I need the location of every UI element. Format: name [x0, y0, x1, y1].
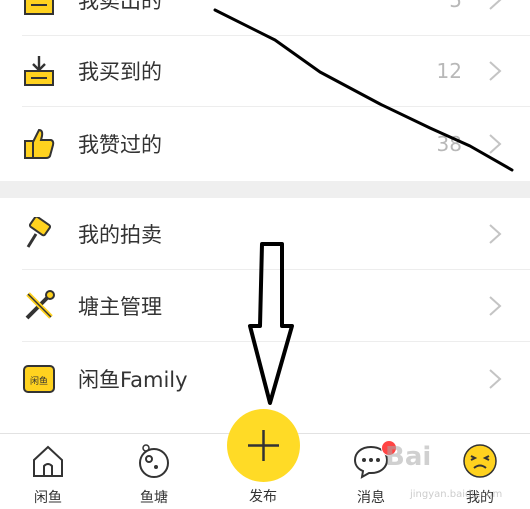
annotation-arrow: [248, 242, 294, 405]
watermark-url: jingyan.baidu.com: [410, 489, 503, 500]
annotation-overlay: [213, 8, 514, 405]
watermark-logo: Bai: [385, 442, 432, 472]
annotation-strike-line: [213, 8, 514, 172]
